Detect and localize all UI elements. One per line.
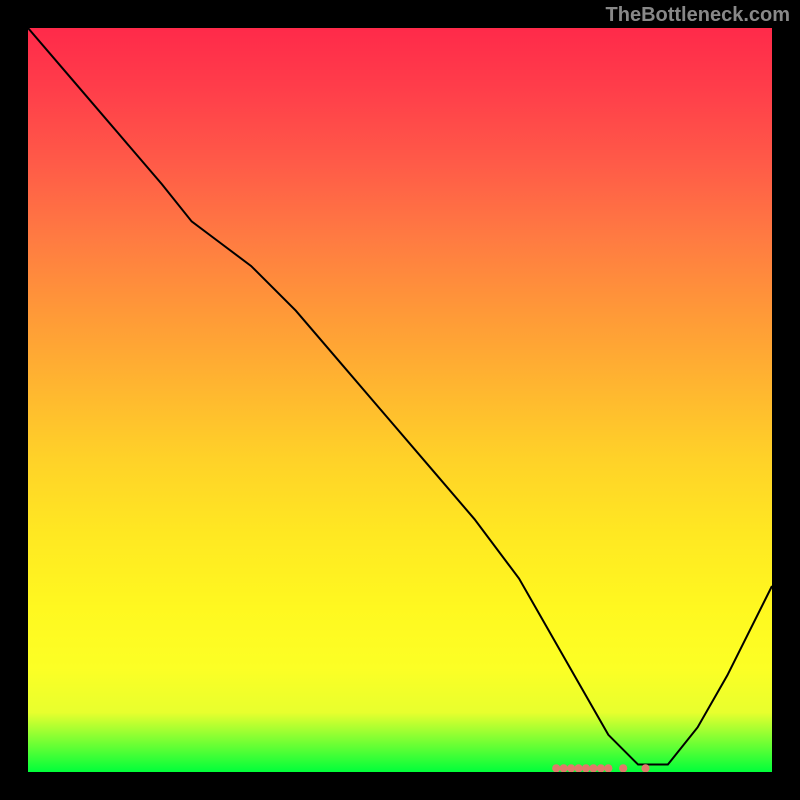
marker-dot [641,764,649,772]
marker-dot [589,764,597,772]
plot-area [28,28,772,772]
marker-dot [552,764,560,772]
marker-dot [574,764,582,772]
marker-dot [567,764,575,772]
bottleneck-curve [28,28,772,765]
chart-svg [28,28,772,772]
marker-dot [604,764,612,772]
marker-dot [582,764,590,772]
chart-container: TheBottleneck.com [0,0,800,800]
watermark-text: TheBottleneck.com [606,4,790,27]
marker-dot [619,764,627,772]
marker-dots [552,764,649,772]
marker-dot [560,764,568,772]
marker-dot [597,764,605,772]
